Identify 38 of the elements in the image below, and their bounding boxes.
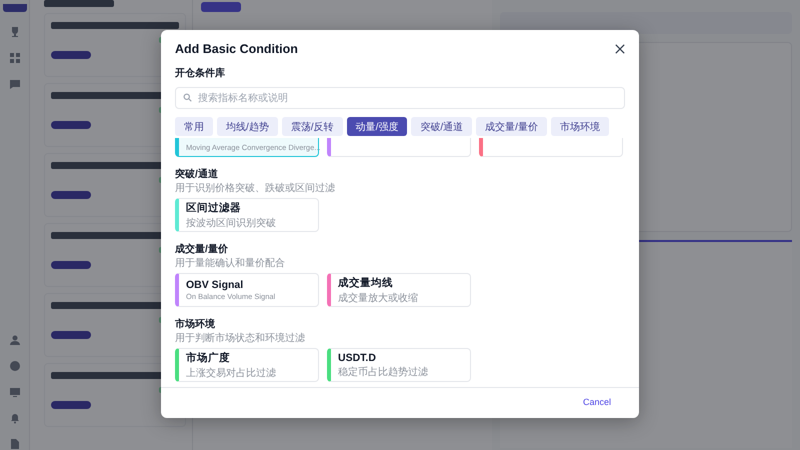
condition-card[interactable]: 市场广度 上涨交易对占比过滤: [175, 348, 319, 382]
monitor-icon[interactable]: [8, 386, 20, 398]
section-description: 用于判断市场状态和环境过滤: [175, 332, 306, 345]
condition-card[interactable]: 区间过滤器 按波动区间识别突破: [175, 198, 319, 232]
start-pill[interactable]: [51, 51, 91, 59]
start-pill[interactable]: [51, 191, 91, 199]
section-label: 开仓条件库: [174, 66, 226, 80]
document-icon[interactable]: [8, 438, 20, 450]
condition-card[interactable]: USDT.D 稳定币占比趋势过滤: [327, 348, 471, 382]
start-pill[interactable]: [51, 331, 91, 339]
section-description: 用于识别价格突破、跌破或区间过滤: [175, 182, 336, 195]
start-pill[interactable]: [51, 121, 91, 129]
grid-icon[interactable]: [8, 52, 20, 64]
bell-icon[interactable]: [8, 412, 20, 424]
category-tab[interactable]: 均线/趋势: [217, 117, 278, 136]
category-tab[interactable]: 动量/强度: [346, 117, 408, 136]
logo-mark: [2, 4, 26, 12]
section-title: 突破/通道: [175, 168, 219, 181]
section-title: 成交量/量价: [175, 242, 229, 256]
globe-icon[interactable]: [8, 360, 20, 372]
user-icon[interactable]: [8, 334, 20, 346]
category-tab[interactable]: 市场环境: [550, 117, 609, 136]
start-pill[interactable]: [51, 401, 91, 409]
start-pill[interactable]: [51, 261, 91, 269]
category-tab[interactable]: 震荡/反转: [282, 117, 343, 136]
section-description: 用于量能确认和量价配合: [175, 256, 286, 270]
search-field[interactable]: 搜索指标名称或说明: [175, 87, 625, 109]
category-tab[interactable]: 成交量/量价: [476, 117, 547, 136]
condition-card[interactable]: 成交量均线 成交量放大或收缩: [327, 273, 471, 307]
section-title: 市场环境: [175, 317, 216, 331]
search-icon: [183, 93, 192, 102]
category-tab[interactable]: 突破/通道: [411, 117, 472, 136]
category-tab[interactable]: 常用: [175, 117, 213, 136]
cancel-button[interactable]: Cancel: [576, 396, 617, 408]
chat-icon[interactable]: [8, 78, 20, 90]
dialog-title: Add Basic Condition: [175, 42, 298, 56]
blurred-text-bar: [44, 0, 114, 7]
close-icon[interactable]: [615, 44, 625, 54]
